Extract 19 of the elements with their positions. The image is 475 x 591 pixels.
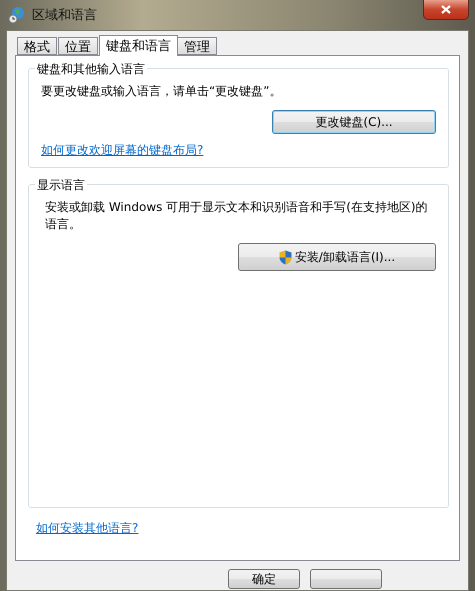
tab[interactable]: 键盘和语言	[99, 35, 178, 56]
close-icon	[441, 5, 451, 14]
description-text: 安装或卸载 Windows 可用于显示文本和识别语音和手写(在支持地区)的语言。	[44, 199, 429, 233]
instruction-text: 要更改键盘或输入语言，请单击“更改键盘”。	[41, 83, 282, 100]
change-keyboard-button[interactable]: 更改键盘(C)...	[272, 110, 436, 134]
window-title: 区域和语言	[32, 7, 97, 24]
tab[interactable]: 格式	[17, 37, 57, 55]
shield-icon	[278, 250, 292, 264]
install-languages-link[interactable]: 如何安装其他语言?	[36, 521, 138, 535]
keyboard-layout-link[interactable]: 如何更改欢迎屏幕的键盘布局?	[41, 143, 204, 157]
group-title: 显示语言	[35, 177, 87, 194]
tab[interactable]: 管理	[177, 37, 217, 55]
tab[interactable]: 位置	[58, 37, 98, 55]
group-title: 键盘和其他输入语言	[35, 61, 147, 78]
close-button[interactable]	[423, 0, 469, 20]
globe-icon	[8, 6, 26, 24]
install-language-button[interactable]: 安装/卸载语言(I)...	[238, 243, 436, 271]
dialog-button[interactable]	[310, 569, 382, 589]
dialog-button[interactable]: 确定	[228, 569, 300, 589]
